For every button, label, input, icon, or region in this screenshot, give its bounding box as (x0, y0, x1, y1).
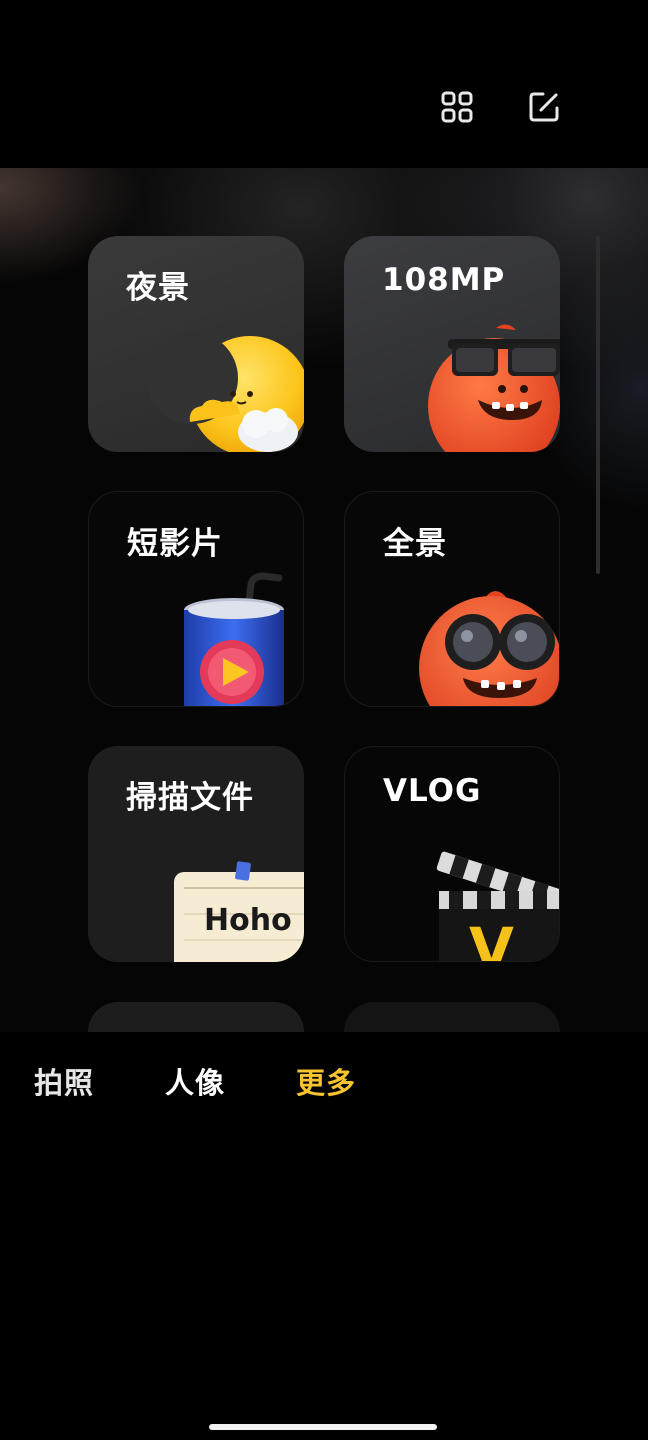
grid-icon[interactable] (440, 90, 474, 124)
clapper-letter: V (469, 915, 514, 962)
mode-card-doc-scan[interactable]: Hoho 掃描文件 (88, 746, 304, 962)
edit-icon[interactable] (527, 90, 561, 124)
mode-card-short-video[interactable]: 短影片 (88, 491, 304, 707)
note-text: Hoho (204, 903, 292, 938)
home-indicator[interactable] (209, 1424, 437, 1430)
moon-mascot-icon (146, 332, 304, 452)
mode-grid: 夜景 108MP 短影片 全景 Hoho 掃描文件 V VLOG (0, 168, 648, 1032)
mode-card-panorama[interactable]: 全景 (344, 491, 560, 707)
scrollbar[interactable] (596, 236, 600, 574)
mode-label: 短影片 (127, 526, 223, 562)
mode-label: 夜景 (126, 270, 190, 306)
mode-label: 掃描文件 (126, 780, 254, 816)
mode-bar: 拍照 人像 更多 (0, 1032, 648, 1440)
mode-tab-photo[interactable]: 拍照 (34, 1060, 94, 1102)
mode-card-vlog[interactable]: V VLOG (344, 746, 560, 962)
mode-tab-more[interactable]: 更多 (296, 1060, 356, 1102)
mode-label: 108MP (382, 262, 506, 298)
mode-label: VLOG (383, 773, 482, 809)
binocular-monster-icon (419, 591, 559, 706)
mode-card-108mp[interactable]: 108MP (344, 236, 560, 452)
mode-card-night[interactable]: 夜景 (88, 236, 304, 452)
mode-card-partial[interactable] (88, 1002, 304, 1032)
mode-tab-portrait[interactable]: 人像 (165, 1060, 225, 1102)
mode-card-partial[interactable] (344, 1002, 560, 1032)
top-bar (0, 0, 648, 168)
mode-label: 全景 (383, 526, 447, 562)
